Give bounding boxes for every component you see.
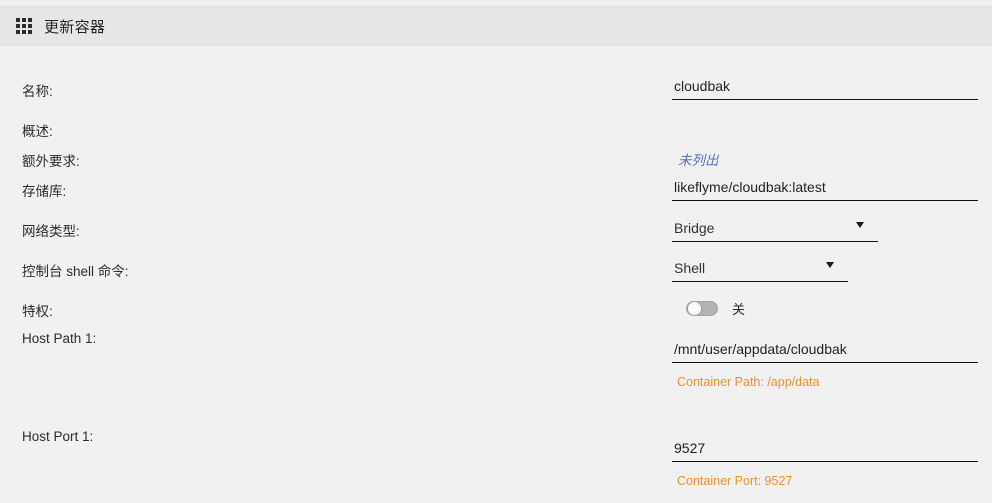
repository-input[interactable] <box>672 179 978 201</box>
console-shell-command-selected-value: Shell <box>674 260 706 276</box>
label-network-type: 网络类型: <box>22 224 80 239</box>
label-console-shell-command: 控制台 shell 命令: <box>22 264 129 279</box>
privileged-state-label: 关 <box>732 302 746 317</box>
field-repository <box>672 179 978 201</box>
host-path-1-helper: Container Path: /app/data <box>677 375 820 389</box>
field-console-shell-command: Shell <box>672 259 848 282</box>
network-type-select[interactable]: Bridge <box>672 219 878 242</box>
window-titlebar: 更新容器 <box>0 6 992 46</box>
label-extra-requirements: 额外要求: <box>22 154 80 169</box>
label-host-port-1: Host Port 1: <box>22 429 94 444</box>
network-type-selected-value: Bridge <box>674 220 715 236</box>
label-name: 名称: <box>22 84 53 99</box>
privileged-toggle[interactable] <box>686 301 718 316</box>
label-privileged: 特权: <box>22 304 53 319</box>
grid-apps-icon[interactable] <box>16 18 32 34</box>
chevron-down-icon <box>826 262 834 268</box>
console-shell-command-select[interactable]: Shell <box>672 259 848 282</box>
page-title: 更新容器 <box>44 18 106 36</box>
host-path-1-input[interactable] <box>672 341 978 363</box>
toggle-knob <box>687 301 702 316</box>
host-port-1-helper: Container Port: 9527 <box>677 474 793 488</box>
privileged-toggle-row: 关 <box>686 299 745 318</box>
name-input[interactable] <box>672 78 978 100</box>
label-overview: 概述: <box>22 124 53 139</box>
label-host-path-1: Host Path 1: <box>22 331 97 346</box>
label-repository: 存储库: <box>22 184 67 199</box>
extra-requirements-link[interactable]: 未列出 <box>678 153 719 168</box>
field-privileged: 关 <box>686 299 745 318</box>
host-port-1-input[interactable] <box>672 440 978 462</box>
update-container-form: 名称: 概述: 额外要求: 未列出 存储库: 网络类型: Bridge 控制台 … <box>0 46 992 503</box>
field-name <box>672 78 978 100</box>
field-host-port-1: Container Port: 9527 <box>672 440 978 488</box>
field-extra-requirements: 未列出 <box>678 149 719 170</box>
field-host-path-1: Container Path: /app/data <box>672 341 978 389</box>
field-network-type: Bridge <box>672 219 878 242</box>
chevron-down-icon <box>856 222 864 228</box>
